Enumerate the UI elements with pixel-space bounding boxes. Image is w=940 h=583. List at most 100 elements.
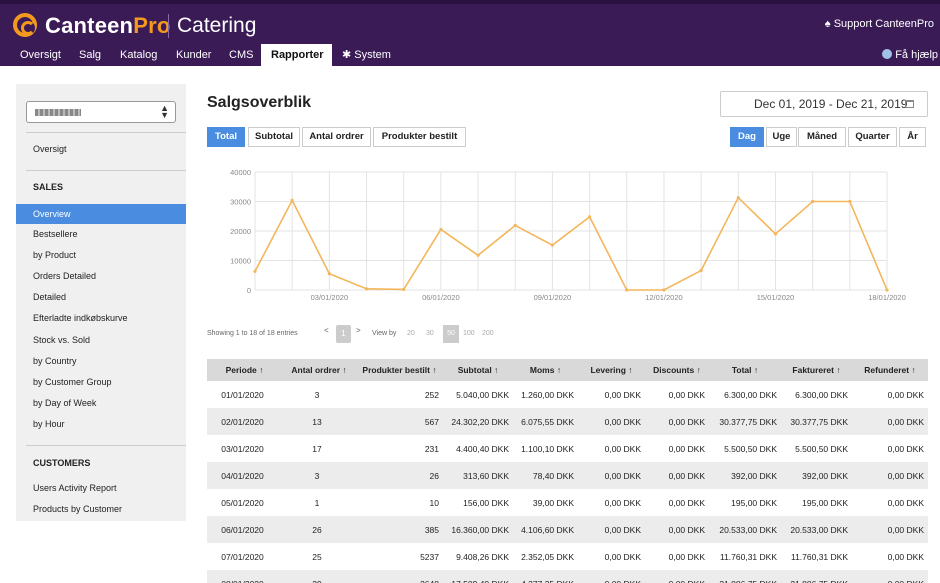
store-select[interactable]: ▲ ▼ xyxy=(26,101,176,123)
pager-prev[interactable]: < xyxy=(324,326,329,335)
table-cell: 0,00 DKK xyxy=(578,408,645,435)
table-cell: 11.760,31 DKK xyxy=(719,551,777,562)
sidebar-item-products-by-customer[interactable]: Products by Customer xyxy=(16,499,186,519)
table-row[interactable]: 01/01/2020 3 252 5.040,00 DKK 1.260,00 DKK 0,… xyxy=(207,381,928,408)
section-title: Catering xyxy=(177,14,257,37)
table-row[interactable]: 05/01/2020 1 10 156,00 DKK 39,00 DKK 0,00 DKK… xyxy=(207,489,928,516)
sidebar-item-by-day-of-week[interactable]: by Day of Week xyxy=(16,393,186,413)
pager-next[interactable]: > xyxy=(356,326,361,335)
sidebar-item-stock-vs-sold[interactable]: Stock vs. Sold xyxy=(16,330,186,350)
table-cell: 0,00 DKK xyxy=(668,497,705,508)
calendar-icon xyxy=(905,100,914,108)
table-cell: 08/01/2020 xyxy=(207,570,282,583)
tab-antal-ordrer[interactable]: Antal ordrer xyxy=(302,127,371,147)
view-by-200[interactable]: 200 xyxy=(482,330,494,337)
view-by-100[interactable]: 100 xyxy=(463,330,475,337)
table-cell: 13 xyxy=(282,408,356,435)
nav-rapporter[interactable]: Rapporter xyxy=(261,44,332,66)
sidebar-item-by-hour[interactable]: by Hour xyxy=(16,414,186,434)
sidebar-item-by-customer-group[interactable]: by Customer Group xyxy=(16,372,186,392)
data-point xyxy=(736,196,740,200)
table-row[interactable]: 08/01/202029264817.509,40 DKK4.377,35 DK… xyxy=(207,570,928,583)
col-levering[interactable]: Levering ↑ xyxy=(578,359,645,381)
table-cell: 4.400,40 DKK xyxy=(456,443,509,454)
table-cell: 16.360,00 DKK xyxy=(443,516,513,543)
col-periode[interactable]: Periode ↑ xyxy=(207,359,282,381)
brand-name[interactable]: CanteenPro xyxy=(45,13,170,39)
period-aar[interactable]: År xyxy=(899,127,926,147)
canteenpro-logo-icon[interactable] xyxy=(13,13,37,37)
sidebar-item-overview[interactable]: Overview xyxy=(16,204,186,224)
table-cell: 39,00 DKK xyxy=(532,497,574,508)
brand-divider xyxy=(168,14,169,38)
col-moms[interactable]: Moms ↑ xyxy=(513,359,578,381)
nav-salg[interactable]: Salg xyxy=(69,44,111,66)
period-quarter[interactable]: Quarter xyxy=(848,127,897,147)
table-cell: 11.760,31 DKK xyxy=(790,551,848,562)
sidebar-item-oversigt[interactable]: Oversigt xyxy=(16,139,186,159)
table-cell: 24.302,20 DKK xyxy=(443,408,513,435)
nav-kunder[interactable]: Kunder xyxy=(166,44,221,66)
support-link[interactable]: ♠ Support CanteenPro xyxy=(825,18,934,30)
view-by-20[interactable]: 20 xyxy=(407,330,415,337)
period-uge[interactable]: Uge xyxy=(766,127,797,147)
col-faktureret[interactable]: Faktureret ↑ xyxy=(781,359,852,381)
sidebar: ▲ ▼ Oversigt SALES Overview Bestsellere b… xyxy=(16,84,186,521)
col-total[interactable]: Total ↑ xyxy=(709,359,781,381)
table-cell: 29 xyxy=(282,570,356,583)
col-refunderet[interactable]: Refunderet ↑ xyxy=(852,359,928,381)
pager-current[interactable]: 1 xyxy=(336,325,351,343)
table-row[interactable]: 03/01/2020 17 231 4.400,40 DKK 1.100,10 DKK 0… xyxy=(207,435,928,462)
data-point xyxy=(550,243,555,247)
page-title: Salgsoverblik xyxy=(207,94,312,111)
nav-system[interactable]: ✱ System xyxy=(332,44,401,66)
table-cell: 195,00 DKK xyxy=(731,497,777,508)
table-cell: 01/01/2020 xyxy=(221,389,264,400)
help-link[interactable]: Få hjælp xyxy=(882,44,938,66)
period-maaned[interactable]: Måned xyxy=(798,127,846,147)
table-cell: 0,00 DKK xyxy=(668,551,705,562)
nav-cms[interactable]: CMS xyxy=(219,44,263,66)
data-point xyxy=(587,215,592,219)
table-cell: 30.377,75 DKK xyxy=(709,408,781,435)
table-cell: 9.408,26 DKK xyxy=(456,551,509,562)
date-range-picker[interactable]: Dec 01, 2019 - Dec 21, 2019 xyxy=(720,91,928,117)
table-cell: 78,40 DKK xyxy=(513,462,578,489)
table-cell: 20.533,00 DKK xyxy=(709,516,781,543)
data-point xyxy=(848,199,852,204)
sidebar-item-abandoned-carts[interactable]: Efterladte indkøbskurve xyxy=(16,308,186,328)
table-row[interactable]: 07/01/2020 25 5237 9.408,26 DKK 2.352,05 DKK… xyxy=(207,543,928,570)
table-cell: 313,60 DKK xyxy=(443,462,513,489)
sidebar-item-detailed[interactable]: Detailed xyxy=(16,287,186,307)
table-cell: 0,00 DKK xyxy=(578,516,645,543)
sidebar-item-orders-detailed[interactable]: Orders Detailed xyxy=(16,266,186,286)
tab-produkter-bestilt[interactable]: Produkter bestilt xyxy=(373,127,466,147)
table-cell: 0,00 DKK xyxy=(887,551,924,562)
col-produkter-bestilt[interactable]: Produkter bestilt ↑ xyxy=(356,359,443,381)
sidebar-item-by-country[interactable]: by Country xyxy=(16,351,186,371)
table-cell: 0,00 DKK xyxy=(852,462,928,489)
table-row[interactable]: 04/01/2020 3 26 313,60 DKK 78,40 DKK 0,00 DKK… xyxy=(207,462,928,489)
view-by-50[interactable]: 50 xyxy=(443,325,459,343)
x-tick-label: 03/01/2020 xyxy=(311,293,349,302)
col-antal-ordrer[interactable]: Antal ordrer ↑ xyxy=(282,359,356,381)
nav-oversigt[interactable]: Oversigt xyxy=(10,44,71,66)
table-cell: 0,00 DKK xyxy=(604,443,641,454)
nav-katalog[interactable]: Katalog xyxy=(110,44,167,66)
x-tick-label: 15/01/2020 xyxy=(757,293,795,302)
data-point xyxy=(699,268,703,273)
view-by-30[interactable]: 30 xyxy=(426,330,434,337)
sales-table: Periode ↑ Antal ordrer ↑ Produkter besti… xyxy=(207,359,928,583)
tab-subtotal[interactable]: Subtotal xyxy=(248,127,300,147)
sidebar-item-by-product[interactable]: by Product xyxy=(16,245,186,265)
sidebar-item-users-activity[interactable]: Users Activity Report xyxy=(16,478,186,498)
col-subtotal[interactable]: Subtotal ↑ xyxy=(443,359,513,381)
tab-total[interactable]: Total xyxy=(207,127,245,147)
table-row[interactable]: 02/01/2020 13 567 24.302,20 DKK 6.075,55 DKK… xyxy=(207,408,928,435)
sidebar-item-bestsellere[interactable]: Bestsellere xyxy=(16,224,186,244)
table-cell: 0,00 DKK xyxy=(645,462,709,489)
data-point xyxy=(662,288,666,292)
period-dag[interactable]: Dag xyxy=(730,127,764,147)
table-row[interactable]: 06/01/2020 26 385 16.360,00 DKK 4.106,60 DKK… xyxy=(207,516,928,543)
col-discounts[interactable]: Discounts ↑ xyxy=(645,359,709,381)
